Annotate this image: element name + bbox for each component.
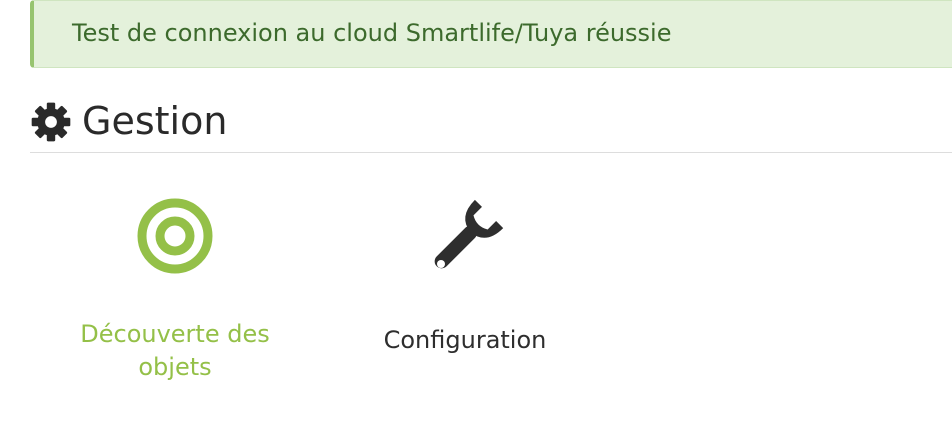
page: Test de connexion au cloud Smartlife/Tuy… xyxy=(0,0,952,428)
discover-objects-label: Découverte des objets xyxy=(80,320,270,381)
alert-message: Test de connexion au cloud Smartlife/Tuy… xyxy=(72,19,672,47)
gear-icon xyxy=(31,102,71,142)
discover-objects-button[interactable]: Découverte des objets xyxy=(60,196,290,384)
success-alert: Test de connexion au cloud Smartlife/Tuy… xyxy=(30,0,952,68)
target-icon xyxy=(137,198,213,274)
configuration-label: Configuration xyxy=(383,326,547,354)
configuration-button[interactable]: Configuration xyxy=(350,196,580,357)
wrench-icon xyxy=(434,199,504,269)
section-header: Gestion xyxy=(30,96,952,153)
section-title: Gestion xyxy=(82,99,228,143)
